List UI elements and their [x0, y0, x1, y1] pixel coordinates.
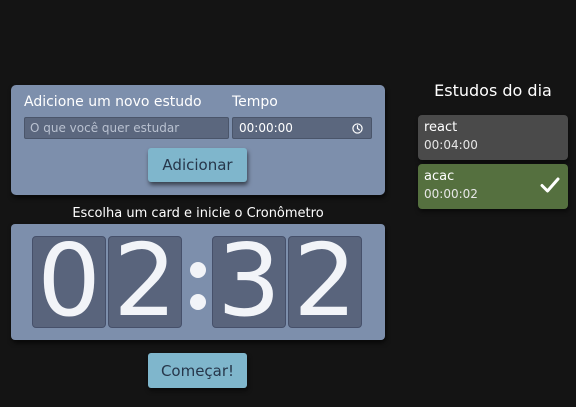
- stopwatch: 0 2 3 2: [11, 224, 385, 340]
- seconds-ones-digit: 2: [288, 236, 362, 328]
- study-time: 00:00:02: [424, 187, 478, 201]
- minutes-ones-digit: 2: [108, 236, 182, 328]
- study-card[interactable]: react 00:04:00: [418, 115, 568, 160]
- study-label: Adicione um novo estudo: [24, 94, 202, 110]
- start-button[interactable]: Começar!: [148, 353, 247, 388]
- study-card-completed[interactable]: acac 00:00:02: [418, 164, 568, 209]
- minutes-tens-digit: 0: [32, 236, 106, 328]
- new-study-form: Adicione um novo estudo Tempo 00:00:00 A…: [11, 85, 385, 195]
- time-separator: [187, 236, 209, 328]
- digit-value: 2: [293, 236, 357, 328]
- seconds-tens-digit: 3: [212, 236, 286, 328]
- digit-value: 2: [113, 236, 177, 328]
- digit-value: 3: [217, 236, 281, 328]
- study-name: react: [424, 120, 458, 135]
- study-name: acac: [424, 169, 455, 184]
- time-input-value: 00:00:00: [239, 121, 293, 135]
- digit-value: 0: [37, 236, 101, 328]
- study-input[interactable]: [24, 117, 229, 139]
- study-time: 00:04:00: [424, 138, 478, 152]
- timer-caption: Escolha um card e inicie o Cronômetro: [72, 206, 324, 221]
- clock-icon[interactable]: [352, 123, 363, 134]
- add-button[interactable]: Adicionar: [148, 148, 247, 182]
- separator-dot: [190, 262, 206, 278]
- time-label: Tempo: [232, 94, 278, 110]
- time-input[interactable]: 00:00:00: [232, 117, 372, 139]
- check-icon: [540, 177, 560, 193]
- daily-studies-title: Estudos do dia: [434, 81, 552, 100]
- separator-dot: [190, 294, 206, 310]
